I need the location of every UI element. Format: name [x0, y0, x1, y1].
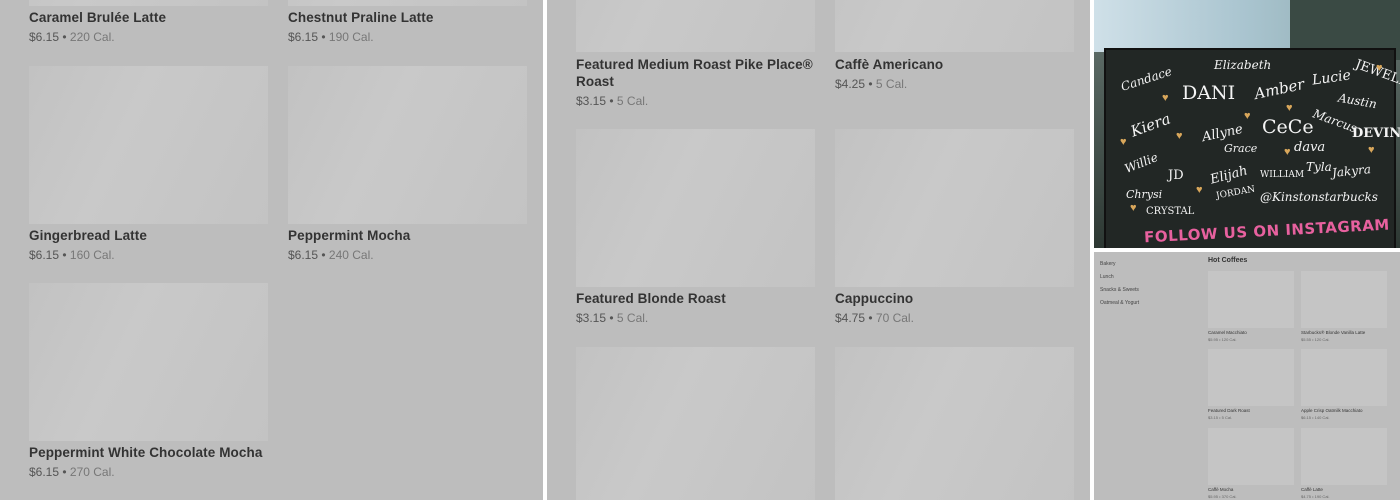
item-image-placeholder	[29, 66, 268, 224]
section-title: Hot Coffees	[1208, 257, 1248, 264]
item-image-placeholder	[288, 66, 527, 224]
chalk-name: Willie	[1122, 150, 1160, 176]
chalk-name: Elizabeth	[1214, 58, 1272, 72]
item-meta: $3.15 • 5 Cal.	[1208, 415, 1233, 420]
item-meta: $6.15 • 220 Cal.	[29, 30, 115, 44]
chalk-name: Elijah	[1208, 163, 1250, 188]
heart-icon: ♥	[1244, 110, 1251, 122]
item-image-placeholder	[1208, 271, 1294, 328]
chalk-name: CRYSTAL	[1146, 206, 1195, 217]
heart-icon: ♥	[1368, 144, 1375, 156]
sidebar-item-snacks-sweets[interactable]: Snacks & Sweets	[1100, 287, 1139, 293]
item-name: Chestnut Praline Latte	[288, 10, 434, 25]
item-image-placeholder	[29, 283, 268, 441]
chalk-name: Candace	[1119, 64, 1174, 94]
item-name: Gingerbread Latte	[29, 228, 147, 243]
item-name: Featured Blonde Roast	[576, 291, 726, 306]
item-image-placeholder	[1301, 271, 1387, 328]
menu-panel-mini: Bakery Lunch Snacks & Sweets Oatmeal & Y…	[1094, 252, 1400, 500]
chalk-name: DEVIN	[1352, 126, 1400, 141]
heart-icon: ♥	[1162, 92, 1169, 104]
item-name: Caramel Macchiato	[1208, 330, 1247, 335]
item-meta: $5.95 • 120 Cal.	[1208, 337, 1237, 342]
heart-icon: ♥	[1130, 202, 1137, 214]
chalk-name: DANI	[1182, 82, 1236, 104]
item-image-placeholder	[835, 347, 1074, 500]
chalk-name: Grace	[1224, 142, 1258, 155]
chalk-name: Austin	[1337, 90, 1378, 112]
heart-icon: ♥	[1176, 130, 1183, 142]
item-image-placeholder	[835, 0, 1074, 52]
sidebar-item-oatmeal-yogurt[interactable]: Oatmeal & Yogurt	[1100, 300, 1139, 306]
chalk-name: CeCe	[1262, 116, 1314, 138]
item-meta: $3.15 • 5 Cal.	[576, 311, 649, 325]
item-image-placeholder	[835, 129, 1074, 287]
item-image-placeholder	[1301, 428, 1387, 485]
chalk-name: Jakyra	[1331, 162, 1372, 180]
sidebar-item-bakery[interactable]: Bakery	[1100, 261, 1116, 267]
heart-icon: ♥	[1376, 62, 1383, 74]
item-meta: $4.75 • 190 Cal.	[1301, 494, 1330, 499]
item-image-placeholder	[1208, 428, 1294, 485]
item-name: Caffè Mocha	[1208, 487, 1234, 492]
item-meta: $6.15 • 140 Cal.	[1301, 415, 1330, 420]
heart-icon: ♥	[1286, 102, 1293, 114]
chalk-name: dava	[1294, 140, 1326, 155]
chalk-name: Tyla	[1306, 160, 1332, 174]
item-meta: $6.15 • 240 Cal.	[288, 248, 374, 262]
item-meta: $3.15 • 5 Cal.	[576, 94, 649, 108]
item-name: Caramel Brulée Latte	[29, 10, 167, 25]
chalk-name: Chrysi	[1126, 188, 1163, 201]
sidebar-item-lunch[interactable]: Lunch	[1100, 274, 1114, 280]
chalk-name: JD	[1168, 168, 1184, 183]
item-name: Peppermint Mocha	[288, 228, 411, 243]
item-meta: $4.25 • 5 Cal.	[835, 77, 908, 91]
item-name: Peppermint White Chocolate Mocha	[29, 445, 263, 460]
item-image-placeholder	[576, 347, 815, 500]
item-name: Caffè Americano	[835, 57, 944, 72]
chalkboard: Candace Elizabeth DANI Amber Lucie JEWEL…	[1104, 48, 1400, 248]
item-image-placeholder	[576, 129, 815, 287]
item-image-placeholder	[576, 0, 815, 52]
item-meta: $6.15 • 160 Cal.	[29, 248, 115, 262]
item-meta: $5.95 • 370 Cal.	[1208, 494, 1237, 499]
store-photo: Candace Elizabeth DANI Amber Lucie JEWEL…	[1094, 0, 1400, 248]
chalk-name: WILLIAM	[1260, 170, 1305, 180]
item-image-placeholder	[1301, 349, 1387, 406]
item-meta: $5.55 • 120 Cal.	[1301, 337, 1330, 342]
menu-panel-middle: Featured Medium Roast Pike Place® Roast …	[547, 0, 1090, 500]
item-meta: $6.15 • 270 Cal.	[29, 465, 115, 479]
item-image-placeholder	[29, 0, 268, 6]
item-name: Featured Dark Roast	[1208, 408, 1250, 413]
heart-icon: ♥	[1284, 146, 1291, 158]
chalk-name: @Kinstonstarbucks	[1260, 190, 1378, 204]
chalk-name: Lucie	[1311, 67, 1352, 89]
item-image-placeholder	[1208, 349, 1294, 406]
item-name: Cappuccino	[835, 291, 914, 306]
item-name: Starbucks® Blonde Vanilla Latte	[1301, 330, 1366, 335]
chalk-name: Amber	[1252, 74, 1307, 104]
item-name: Featured Medium Roast Pike Place® Roast	[576, 57, 813, 89]
heart-icon: ♥	[1196, 184, 1203, 196]
item-meta: $4.75 • 70 Cal.	[835, 311, 914, 325]
item-name: Caffè Latte	[1301, 487, 1323, 492]
chalk-name: Kiera	[1128, 109, 1173, 141]
instagram-banner: FOLLOW US ON INSTAGRAM	[1143, 215, 1391, 247]
item-image-placeholder	[288, 0, 527, 6]
chalk-name: JORDAN	[1215, 184, 1256, 202]
heart-icon: ♥	[1120, 136, 1127, 148]
menu-panel-left: Caramel Brulée Latte $6.15 • 220 Cal. Ch…	[0, 0, 543, 500]
item-name: Apple Crisp Oatmilk Macchiato	[1301, 408, 1363, 413]
item-meta: $6.15 • 190 Cal.	[288, 30, 374, 44]
